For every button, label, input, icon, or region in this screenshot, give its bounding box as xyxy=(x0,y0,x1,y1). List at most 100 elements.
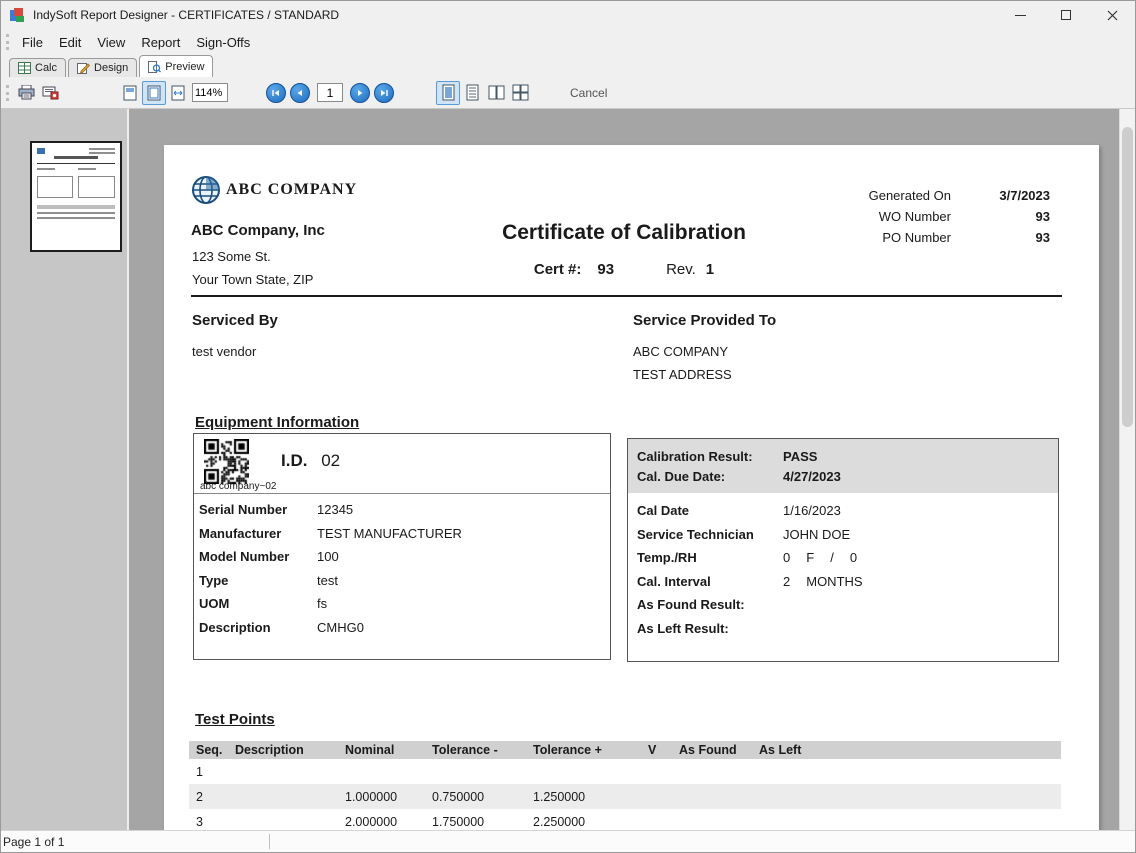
thumbnail-panel xyxy=(1,109,129,830)
equipment-heading: Equipment Information xyxy=(195,414,359,431)
menu-item-signoffs[interactable]: Sign-Offs xyxy=(188,31,258,54)
title-bar: IndySoft Report Designer - CERTIFICATES … xyxy=(1,1,1135,29)
previous-page-button[interactable] xyxy=(290,83,310,103)
equipment-row-value: CMHG0 xyxy=(317,620,364,635)
equipment-row-label: Model Number xyxy=(199,549,317,564)
app-window: IndySoft Report Designer - CERTIFICATES … xyxy=(0,0,1136,853)
test-points-row: 21.0000000.7500001.250000 xyxy=(189,784,1061,809)
equipment-row: Serial Number12345 xyxy=(194,498,610,522)
facing-pages-view-button[interactable] xyxy=(484,81,508,105)
fit-whole-page-icon xyxy=(147,85,161,101)
test-points-cell: 2 xyxy=(189,790,228,804)
menu-item-view[interactable]: View xyxy=(89,31,133,54)
calibration-result-value: PASS xyxy=(783,449,817,464)
multiple-pages-view-button[interactable] xyxy=(508,81,532,105)
zoom-input[interactable] xyxy=(192,83,228,102)
printer-icon xyxy=(18,85,35,100)
test-points-column-header: Tolerance + xyxy=(526,743,641,757)
test-points-row: 1 xyxy=(189,759,1061,784)
fit-width-button[interactable] xyxy=(166,81,190,105)
qr-caption: abc company~02 xyxy=(200,481,276,492)
equipment-row-label: Type xyxy=(199,573,317,588)
print-setup-button[interactable] xyxy=(38,81,62,105)
last-page-button[interactable] xyxy=(374,83,394,103)
single-page-view-button[interactable] xyxy=(436,81,460,105)
maximize-button[interactable] xyxy=(1043,1,1089,29)
equipment-row-value: test xyxy=(317,573,338,588)
document-page: ABC COMPANY Generated On 3/7/2023 WO Num… xyxy=(164,145,1099,830)
preview-area: ABC COMPANY Generated On 3/7/2023 WO Num… xyxy=(129,109,1135,830)
equipment-row-label: Description xyxy=(199,620,317,635)
close-icon xyxy=(1107,10,1118,21)
toolbar-grip xyxy=(6,85,12,101)
tab-design[interactable]: Design xyxy=(68,58,137,77)
fit-page-button[interactable] xyxy=(142,81,166,105)
cancel-button[interactable]: Cancel xyxy=(570,86,607,100)
calibration-row-label: Service Technician xyxy=(637,527,783,542)
test-points-column-header: Description xyxy=(228,743,338,757)
test-points-column-header: Tolerance - xyxy=(425,743,526,757)
test-points-cell: 2.250000 xyxy=(526,815,641,829)
calibration-box: Calibration Result: PASS Cal. Due Date: … xyxy=(627,438,1059,662)
zoom-actual-button[interactable] xyxy=(118,81,142,105)
test-points-table: Seq.DescriptionNominalTolerance -Toleran… xyxy=(189,741,1061,830)
menu-grip xyxy=(6,34,12,50)
equipment-box: I.D. 02 abc company~02 Serial Number1234… xyxy=(193,433,611,660)
scrollbar-thumb[interactable] xyxy=(1122,127,1133,427)
calibration-table: Cal Date1/16/2023Service TechnicianJOHN … xyxy=(628,493,1058,640)
menu-item-file[interactable]: File xyxy=(14,31,51,54)
calibration-row-label: Cal Date xyxy=(637,503,783,518)
generated-on-label: Generated On xyxy=(819,188,951,203)
test-points-cell: 1 xyxy=(189,765,228,779)
certificate-title: Certificate of Calibration xyxy=(309,221,939,245)
vertical-scrollbar[interactable] xyxy=(1119,109,1135,830)
test-points-cell: 1.000000 xyxy=(338,790,425,804)
minimize-button[interactable] xyxy=(997,1,1043,29)
test-points-column-header: Seq. xyxy=(189,743,228,757)
continuous-view-icon xyxy=(465,84,480,101)
table-icon xyxy=(18,62,31,74)
page-status-text: Page 1 of 1 xyxy=(3,835,64,849)
company-address-line1: 123 Some St. xyxy=(192,249,271,264)
preview-toolbar: Cancel xyxy=(1,77,1135,108)
page-thumbnail[interactable] xyxy=(30,141,122,252)
first-page-button[interactable] xyxy=(266,83,286,103)
calibration-row: As Left Result: xyxy=(628,617,1058,641)
minimize-icon xyxy=(1015,15,1026,16)
calibration-row: Service TechnicianJOHN DOE xyxy=(628,523,1058,547)
single-page-view-icon xyxy=(441,84,456,101)
calibration-row-value: 2 xyxy=(783,574,790,589)
calibration-row: Cal Date1/16/2023 xyxy=(628,499,1058,523)
calibration-row: As Found Result: xyxy=(628,593,1058,617)
cal-due-date-value: 4/27/2023 xyxy=(783,469,841,484)
tab-preview[interactable]: Preview xyxy=(139,55,213,77)
menu-item-edit[interactable]: Edit xyxy=(51,31,89,54)
calibration-row-value: 0 xyxy=(783,550,790,565)
pencil-icon xyxy=(77,62,90,74)
generated-on-value: 3/7/2023 xyxy=(951,188,1050,203)
company-logo-text: ABC COMPANY xyxy=(226,181,357,199)
company-address-line2: Your Town State, ZIP xyxy=(192,272,313,287)
rev-label: Rev. xyxy=(666,261,696,278)
page-number-input[interactable] xyxy=(317,83,343,102)
print-button[interactable] xyxy=(14,81,38,105)
test-points-cell: 1.750000 xyxy=(425,815,526,829)
app-icon xyxy=(9,7,26,24)
menu-item-report[interactable]: Report xyxy=(133,31,188,54)
tab-calc[interactable]: Calc xyxy=(9,58,66,77)
window-title: IndySoft Report Designer - CERTIFICATES … xyxy=(33,8,339,22)
test-points-body: 121.0000000.7500001.25000032.0000001.750… xyxy=(189,759,1061,830)
service-provided-line1: ABC COMPANY xyxy=(633,344,728,359)
test-points-cell: 1.250000 xyxy=(526,790,641,804)
printer-settings-icon xyxy=(42,85,59,100)
calibration-row-label: As Left Result: xyxy=(637,621,783,636)
company-name: ABC Company, Inc xyxy=(191,222,325,239)
close-button[interactable] xyxy=(1089,1,1135,29)
equipment-row-label: Manufacturer xyxy=(199,526,317,541)
globe-icon xyxy=(191,175,221,205)
calibration-result-label: Calibration Result: xyxy=(637,449,783,464)
next-page-button[interactable] xyxy=(350,83,370,103)
continuous-view-button[interactable] xyxy=(460,81,484,105)
serviced-by-label: Serviced By xyxy=(192,312,278,329)
equipment-row: Model Number100 xyxy=(194,545,610,569)
